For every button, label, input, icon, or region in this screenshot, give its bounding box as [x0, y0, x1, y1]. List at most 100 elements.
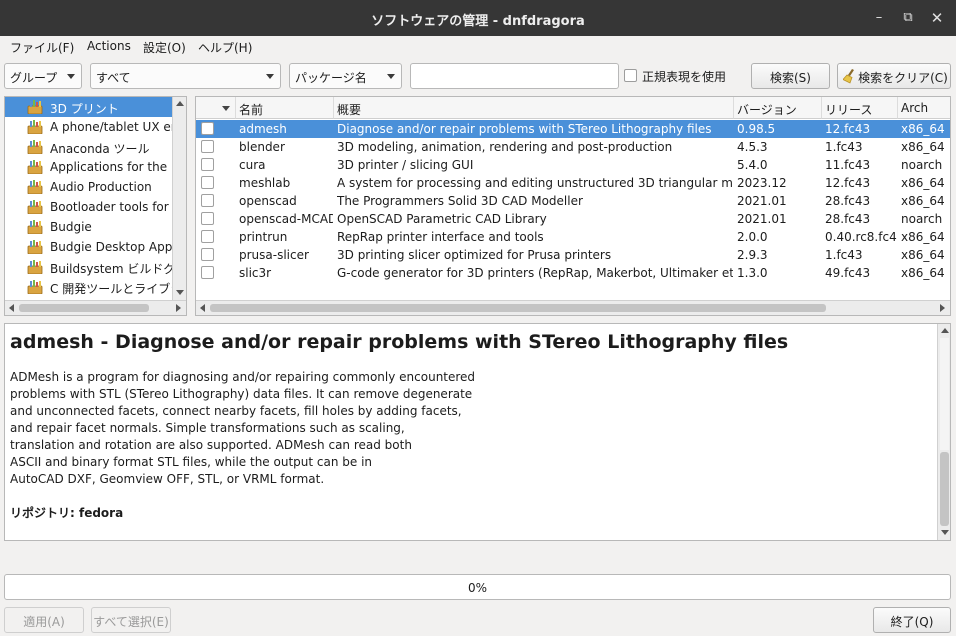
window-titlebar: ソフトウェアの管理 - dnfdragora – ⧉ ✕ [0, 0, 956, 36]
table-row[interactable]: admesh Diagnose and/or repair problems wi… [196, 120, 950, 138]
group-item[interactable]: 3D プリント [5, 97, 173, 117]
install-checkbox[interactable] [201, 212, 214, 225]
menu-actions[interactable]: Actions [87, 39, 131, 53]
package-table[interactable]: 名前 概要 バージョン リリース Arch admesh Diagnose and… [195, 96, 951, 316]
chevron-down-icon [266, 74, 274, 79]
scroll-down-icon[interactable] [176, 290, 184, 295]
table-row[interactable]: printrun RepRap printer interface and too… [196, 228, 950, 246]
group-tree-vscroll[interactable] [172, 97, 186, 301]
close-icon[interactable]: ✕ [928, 9, 946, 27]
description-line: translation and rotation are also suppor… [10, 438, 412, 452]
description-vscroll[interactable] [937, 324, 950, 540]
group-tree-hscroll[interactable] [5, 300, 186, 315]
table-row[interactable]: prusa-slicer 3D printing slicer optimized… [196, 246, 950, 264]
regex-label: 正規表現を使用 [642, 70, 727, 84]
scroll-up-icon[interactable] [941, 328, 949, 333]
cell-arch: x86_64 [901, 230, 945, 244]
group-item-label: Buildsystem ビルドグ [50, 262, 173, 276]
install-checkbox[interactable] [201, 266, 214, 279]
cell-summary: 3D printing slicer optimized for Prusa p… [337, 248, 612, 262]
table-row[interactable]: cura 3D printer / slicing GUI 5.4.0 11.fc43… [196, 156, 950, 174]
install-checkbox[interactable] [201, 230, 214, 243]
scroll-track [940, 338, 949, 450]
select-all-button[interactable]: すべて選択(E) [91, 607, 171, 633]
clear-search-label: 検索をクリア(C) [858, 71, 948, 85]
group-item-label: Budgie [50, 220, 92, 234]
group-item[interactable]: C 開発ツールとライブラ [5, 277, 173, 297]
scroll-thumb[interactable] [940, 452, 949, 526]
install-checkbox[interactable] [201, 140, 214, 153]
chevron-down-icon [67, 74, 75, 79]
group-item[interactable]: Audio Production [5, 177, 173, 197]
scroll-left-icon[interactable] [200, 304, 205, 312]
scroll-thumb[interactable] [19, 304, 149, 312]
restore-icon[interactable]: ⧉ [899, 9, 917, 27]
package-group-icon [27, 180, 43, 194]
install-checkbox[interactable] [201, 176, 214, 189]
apply-button[interactable]: 適用(A) [4, 607, 84, 633]
cell-version: 2.0.0 [737, 230, 768, 244]
table-row[interactable]: meshlab A system for processing and editi… [196, 174, 950, 192]
column-header-check[interactable] [196, 97, 236, 119]
package-group-icon [27, 280, 43, 294]
install-checkbox[interactable] [201, 122, 214, 135]
cell-arch: x86_64 [901, 140, 945, 154]
description-line: and repair facet normals. Simple transfo… [10, 421, 405, 435]
package-table-hscroll[interactable] [196, 300, 950, 315]
cell-arch: x86_64 [901, 194, 945, 208]
scroll-up-icon[interactable] [176, 101, 184, 106]
column-header-name[interactable]: 名前 [236, 97, 334, 119]
cell-summary: The Programmers Solid 3D CAD Modeller [337, 194, 583, 208]
group-item[interactable]: A phone/tablet UX env [5, 117, 173, 137]
scroll-thumb[interactable] [210, 304, 826, 312]
table-row[interactable]: slic3r G-code generator for 3D printers (… [196, 264, 950, 282]
cell-arch: x86_64 [901, 266, 945, 280]
cell-release: 12.fc43 [825, 122, 871, 136]
group-item[interactable]: Bootloader tools for C [5, 197, 173, 217]
menu-help[interactable]: ヘルプ(H) [198, 39, 252, 56]
package-group-icon [27, 120, 43, 134]
search-input[interactable] [410, 63, 619, 89]
search-button[interactable]: 検索(S) [751, 63, 830, 89]
minimize-icon[interactable]: – [870, 9, 888, 27]
group-view-value: グループ [10, 71, 58, 85]
menu-file[interactable]: ファイル(F) [10, 39, 74, 56]
regex-checkbox[interactable] [624, 69, 637, 82]
quit-button[interactable]: 終了(Q) [873, 607, 951, 633]
group-item[interactable]: Budgie [5, 217, 173, 237]
group-item-label: Budgie Desktop Applic [50, 240, 173, 254]
table-row[interactable]: openscad-MCAD OpenSCAD Parametric CAD Lib… [196, 210, 950, 228]
group-item[interactable]: Budgie Desktop Applic [5, 237, 173, 257]
cell-name: admesh [239, 122, 287, 136]
filter-combo[interactable]: すべて [90, 63, 281, 89]
scroll-right-icon[interactable] [940, 304, 945, 312]
group-tree[interactable]: 3D プリント A phone/tablet UX env Anaconda ツール… [4, 96, 187, 316]
menu-settings[interactable]: 設定(O) [143, 39, 186, 56]
install-checkbox[interactable] [201, 194, 214, 207]
package-group-icon [27, 260, 43, 274]
scroll-down-icon[interactable] [941, 530, 949, 535]
column-header-release[interactable]: リリース [822, 97, 898, 119]
group-item[interactable]: Anaconda ツール [5, 137, 173, 157]
clear-search-button[interactable]: 検索をクリア(C) [837, 63, 951, 89]
column-header-summary[interactable]: 概要 [334, 97, 734, 119]
install-checkbox[interactable] [201, 248, 214, 261]
table-row[interactable]: openscad The Programmers Solid 3D CAD Mod… [196, 192, 950, 210]
group-item-label: Applications for the LX [50, 160, 173, 174]
install-checkbox[interactable] [201, 158, 214, 171]
group-item[interactable]: Buildsystem ビルドグ [5, 257, 173, 277]
cell-release: 1.fc43 [825, 140, 863, 154]
table-row[interactable]: blender 3D modeling, animation, rendering… [196, 138, 950, 156]
cell-version: 0.98.5 [737, 122, 776, 136]
column-header-version[interactable]: バージョン [734, 97, 822, 119]
column-header-arch[interactable]: Arch [898, 97, 950, 119]
package-group-icon [27, 100, 43, 114]
cell-summary: RepRap printer interface and tools [337, 230, 544, 244]
group-item-label: 3D プリント [50, 102, 119, 116]
scroll-left-icon[interactable] [9, 304, 14, 312]
cell-release: 0.40.rc8.fc43 [825, 230, 897, 244]
group-view-combo[interactable]: グループ [4, 63, 82, 89]
group-item[interactable]: Applications for the LX [5, 157, 173, 177]
search-field-combo[interactable]: パッケージ名 [289, 63, 402, 89]
scroll-right-icon[interactable] [176, 304, 181, 312]
